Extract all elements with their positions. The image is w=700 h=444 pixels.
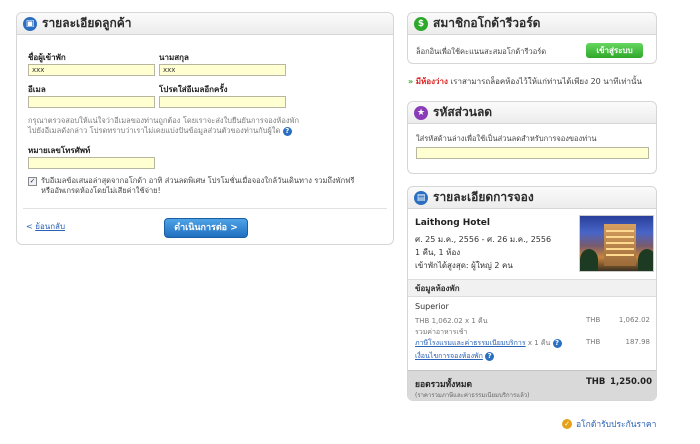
email-confirm-input[interactable] (159, 96, 286, 108)
email-note: กรุณาตรวจสอบให้แน่ใจว่าอีเมลของท่านถูกต้… (28, 116, 299, 136)
rewards-header: $ สมาชิกอโกด้ารีวอร์ด (408, 13, 656, 35)
tax-row: ภาษีโรงแรมและค่าธรรมเนียมบริการ x 1 คืน … (415, 338, 562, 349)
double-chevron-icon: » (408, 77, 414, 86)
customer-details-header: ▣ รายละเอียดลูกค้า (17, 13, 393, 35)
newsletter-checkbox[interactable]: ✓ (28, 177, 37, 186)
tax-currency: THB (586, 338, 601, 346)
last-name-input[interactable] (159, 64, 286, 76)
tax-multiplier: x 1 คืน (527, 339, 551, 347)
total-subtext: (ราคารวมภาษีและค่าธรรมเนียมบริการแล้ว) (415, 392, 530, 399)
hotel-photo (579, 215, 654, 272)
guest-capacity: เข้าพักได้สูงสุด: ผู้ใหญ่ 2 คน (415, 261, 513, 270)
availability-note: » มีห้องว่าง เราสามารถล็อคห้องไว้ให้แก่ท… (408, 75, 642, 88)
id-card-icon: ▣ (23, 16, 37, 31)
help-icon[interactable]: ? (282, 126, 292, 136)
policy-row: เงื่อนไขการจองห้องพัก ? (415, 351, 495, 362)
document-icon: ▤ (414, 190, 428, 205)
discount-text: ใส่รหัสด้านล่างเพื่อใช้เป็นส่วนลดสำหรับก… (416, 134, 597, 143)
total-amount: 1,250.00 (610, 377, 652, 387)
login-button[interactable]: เข้าสู่ระบบ (586, 43, 643, 58)
breakfast-included: รวมค่าอาหารเช้า (415, 328, 468, 336)
divider (23, 208, 387, 209)
customer-details-panel: ▣ รายละเอียดลูกค้า ชื่อผู้เข้าพัก นามสกุ… (16, 12, 394, 245)
rewards-title: สมาชิกอโกด้ารีวอร์ด (433, 16, 541, 30)
email-note-line-2: ไปยังอีเมลดังกล่าว โปรดทราบว่าเราไม่เคยแ… (28, 126, 281, 135)
total-currency: THB (586, 377, 606, 387)
newsletter-line-2: หรืออัพเกรดห้องโดยไม่เสียค่าใช้จ่าย! (41, 186, 161, 195)
badge-check-icon: ✓ (562, 419, 572, 429)
customer-details-title: รายละเอียดลูกค้า (42, 16, 132, 30)
booking-panel: ▤ รายละเอียดการจอง Laithong Hotel ศ. 25 … (407, 186, 657, 401)
policy-help-icon[interactable]: ? (485, 351, 495, 361)
first-name-input[interactable] (28, 64, 155, 76)
email-note-line-1: กรุณาตรวจสอบให้แน่ใจว่าอีเมลของท่านถูกต้… (28, 116, 299, 125)
email-confirm-label: โปรดใส่อีเมลอีกครั้ง (159, 85, 228, 94)
rate-amount: 1,062.02 (618, 316, 650, 324)
rate-line: THB 1,062.02 x 1 คืน (415, 317, 488, 325)
discount-title: รหัสส่วนลด (433, 105, 493, 119)
back-link[interactable]: < ย้อนกลับ (26, 220, 65, 233)
dollar-icon: $ (414, 16, 428, 31)
rate-currency: THB (586, 316, 601, 324)
continue-button[interactable]: ดำเนินการต่อ > (164, 218, 248, 238)
hotel-name: Laithong Hotel (415, 218, 490, 228)
email-label: อีเมล (28, 85, 46, 94)
policy-link[interactable]: เงื่อนไขการจองห้องพัก (415, 352, 483, 360)
price-guarantee-text: อโกด้ารับประกันราคา (576, 420, 657, 430)
phone-label: หมายเลขโทรศัพท์ (28, 146, 91, 155)
room-info-header: ข้อมูลห้องพัก (408, 279, 656, 297)
availability-highlight: มีห้องว่าง (415, 77, 448, 86)
tax-link[interactable]: ภาษีโรงแรมและค่าธรรมเนียมบริการ (415, 339, 526, 347)
first-name-label: ชื่อผู้เข้าพัก (28, 53, 66, 62)
booking-header: ▤ รายละเอียดการจอง (408, 187, 656, 209)
newsletter-text: รับอีเมลข้อเสนอล่าสุดจากอโกด้า อาทิ ส่วน… (41, 176, 354, 196)
email-input[interactable] (28, 96, 155, 108)
discount-panel: ★ รหัสส่วนลด ใส่รหัสด้านล่างเพื่อใช้เป็น… (407, 101, 657, 174)
rewards-panel: $ สมาชิกอโกด้ารีวอร์ด ล็อกอินเพื่อใช้คะแ… (407, 12, 657, 64)
tax-amount: 187.98 (625, 338, 651, 346)
availability-text: เราสามารถล็อคห้องไว้ให้แก่ท่านได้เพียง 2… (450, 77, 642, 86)
room-type: Superior (415, 302, 449, 311)
phone-input[interactable] (28, 157, 155, 169)
last-name-label: นามสกุล (159, 53, 189, 62)
nights-rooms: 1 คืน, 1 ห้อง (415, 248, 461, 257)
rewards-text: ล็อกอินเพื่อใช้คะแนนสะสมอโกด้ารีวอร์ด (416, 47, 547, 56)
newsletter-line-1: รับอีเมลข้อเสนอล่าสุดจากอโกด้า อาทิ ส่วน… (41, 176, 355, 185)
booking-title: รายละเอียดการจอง (433, 190, 534, 204)
booking-dates: ศ. 25 ม.ค., 2556 - ศ. 26 ม.ค., 2556 (415, 235, 552, 244)
star-icon: ★ (414, 105, 428, 120)
tax-help-icon[interactable]: ? (552, 338, 562, 348)
total-label: ยอดรวมทั้งหมด (415, 380, 473, 390)
discount-header: ★ รหัสส่วนลด (408, 102, 656, 124)
discount-code-input[interactable] (416, 147, 649, 159)
price-guarantee-link[interactable]: ✓ อโกด้ารับประกันราคา (562, 417, 656, 431)
total-box: ยอดรวมทั้งหมด (ราคารวมภาษีและค่าธรรมเนีย… (408, 370, 656, 400)
